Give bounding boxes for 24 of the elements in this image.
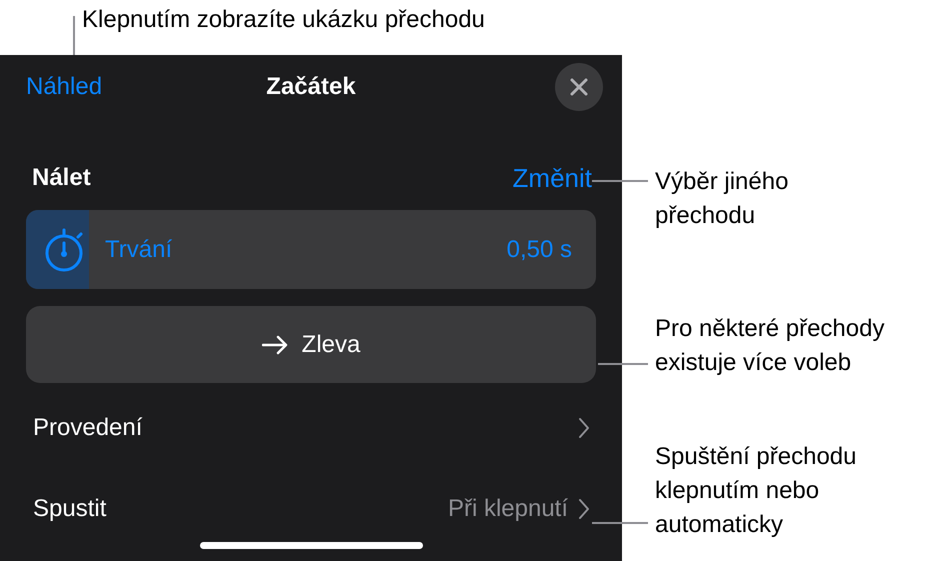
settings-row[interactable]: Provedení [0, 398, 622, 458]
chevron-icon [578, 417, 590, 439]
callout-text: Výběr jiného přechodu [655, 167, 790, 231]
arrow-right-icon [262, 334, 288, 354]
close-icon [569, 77, 589, 97]
leader-line [592, 522, 648, 524]
leader-line [592, 180, 648, 182]
direction-button[interactable]: Zleva [26, 306, 596, 383]
callout-text: Klepnutím zobrazíte ukázku přechodu [82, 5, 485, 35]
leader-line [598, 363, 648, 365]
panel-title: Začátek [266, 72, 356, 102]
preview-link[interactable]: Náhled [26, 69, 102, 105]
row-label: Provedení [33, 413, 142, 443]
callout-text: Pro některé přechody existuje více voleb [655, 314, 886, 378]
transition-name: Nálet [32, 163, 91, 193]
close-button[interactable] [555, 63, 603, 111]
row-label: Spustit [33, 494, 106, 524]
duration-label: Trvání [105, 234, 172, 264]
row-value: Při klepnutí [448, 494, 568, 524]
callout-text: Spuštění přechodu klepnutím nebo automaticky [655, 442, 858, 540]
chevron-icon [578, 498, 590, 520]
settings-row[interactable]: Spustit Při klepnutí [0, 479, 622, 539]
duration-value: 0,50 s [506, 234, 572, 264]
change-link[interactable]: Změnit [512, 158, 592, 198]
